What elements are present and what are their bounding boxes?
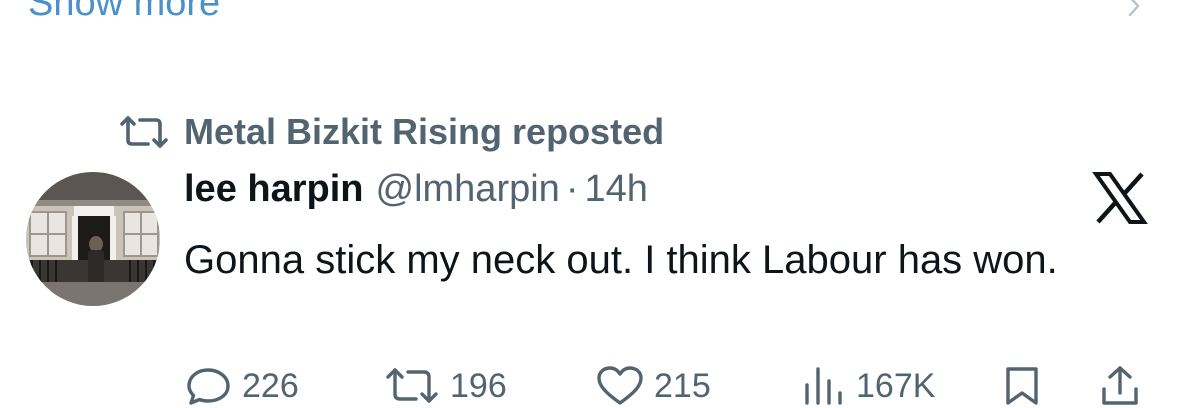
- timestamp[interactable]: 14h: [584, 168, 647, 211]
- show-more-link[interactable]: Show more: [28, 0, 220, 28]
- repost-count: 196: [450, 366, 507, 405]
- like-button[interactable]: 215: [596, 364, 711, 408]
- tweet-text: Gonna stick my neck out. I think Labour …: [184, 238, 1058, 282]
- repost-button[interactable]: 196: [384, 364, 507, 408]
- share-button[interactable]: [1098, 364, 1152, 408]
- repost-banner[interactable]: Metal Bizkit Rising reposted: [118, 108, 664, 156]
- x-logo-icon[interactable]: [1092, 172, 1148, 224]
- bookmark-icon: [1006, 367, 1038, 405]
- chevron-right-icon[interactable]: [1122, 0, 1146, 18]
- views-icon: [805, 367, 842, 405]
- share-icon: [1102, 366, 1138, 405]
- reply-icon: [187, 368, 230, 405]
- avatar[interactable]: [26, 172, 160, 306]
- like-count: 215: [654, 366, 711, 405]
- repost-icon: [386, 368, 438, 403]
- repost-icon: [120, 116, 168, 148]
- bookmark-button[interactable]: [1000, 364, 1054, 408]
- user-handle[interactable]: @lmharpin: [376, 168, 560, 211]
- separator-dot: ·: [565, 168, 579, 210]
- reply-count: 226: [242, 366, 299, 405]
- views-button[interactable]: 167K: [802, 364, 935, 408]
- avatar-image: [26, 172, 160, 306]
- heart-icon: [597, 366, 643, 405]
- reply-button[interactable]: 226: [186, 364, 299, 408]
- tweet-header: lee harpin @lmharpin · 14h: [184, 168, 648, 224]
- display-name[interactable]: lee harpin: [184, 168, 364, 211]
- repost-banner-text: Metal Bizkit Rising reposted: [184, 111, 665, 152]
- view-count: 167K: [856, 366, 936, 405]
